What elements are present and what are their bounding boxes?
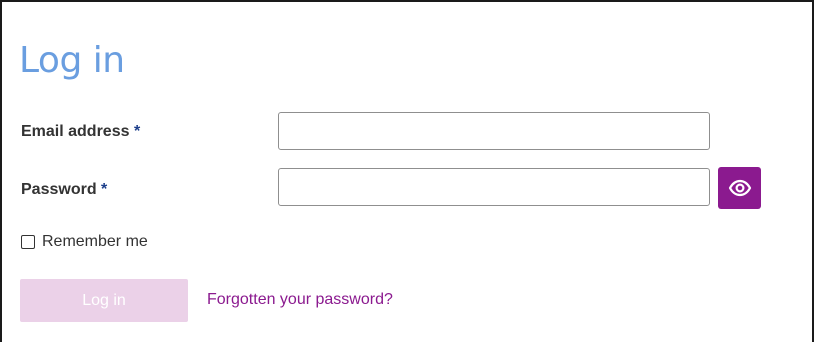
email-label-text: Email address [21, 123, 130, 140]
required-marker: * [133, 123, 141, 140]
email-field[interactable] [278, 112, 710, 150]
show-password-button[interactable] [718, 167, 761, 209]
login-button[interactable]: Log in [20, 279, 188, 322]
required-marker: * [101, 181, 108, 198]
remember-me-checkbox[interactable] [21, 235, 35, 249]
password-label: Password * [21, 181, 107, 199]
password-label-text: Password [21, 181, 97, 198]
login-panel: Log in Email address * Password * Rememb… [0, 0, 814, 342]
email-label: Email address * [21, 123, 140, 141]
remember-me-label[interactable]: Remember me [42, 233, 148, 251]
eye-icon [728, 179, 751, 197]
forgot-password-link[interactable]: Forgotten your password? [207, 291, 393, 309]
page-title: Log in [19, 40, 125, 81]
password-field[interactable] [278, 168, 710, 206]
remember-me[interactable]: Remember me [21, 233, 148, 251]
